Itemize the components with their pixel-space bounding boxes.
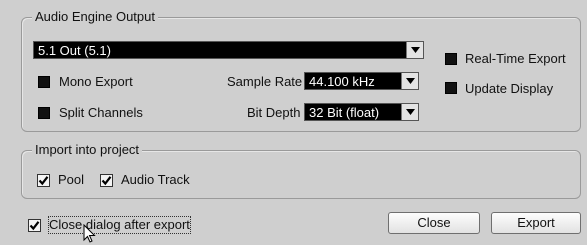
bit-depth-label: Bit Depth [247,105,301,120]
export-dialog: Audio Engine Output 5.1 Out (5.1) Real-T… [0,0,587,245]
pool-checkbox[interactable] [37,174,50,187]
pool-label: Pool [58,172,85,187]
output-select-value: 5.1 Out (5.1) [38,43,111,58]
sample-rate-label: Sample Rate [227,74,303,89]
audio-track-checkbox[interactable] [100,174,113,187]
chevron-down-icon[interactable] [406,42,423,58]
real-time-export-checkbox[interactable] [445,53,457,65]
audio-engine-output-title: Audio Engine Output [32,9,158,25]
checkmark-icon [101,176,112,186]
mono-export-checkbox[interactable] [38,76,50,88]
chevron-down-icon[interactable] [401,104,418,120]
bit-depth-select[interactable]: 32 Bit (float) [304,103,419,121]
checkmark-icon [38,176,49,186]
chevron-down-icon[interactable] [401,73,418,89]
update-display-checkbox[interactable] [445,82,457,94]
output-select[interactable]: 5.1 Out (5.1) [33,41,424,59]
mouse-pointer-icon [83,224,96,243]
split-channels-label: Split Channels [59,105,143,120]
sample-rate-value: 44.100 kHz [309,74,375,89]
close-button[interactable]: Close [388,212,480,234]
mono-export-label: Mono Export [59,74,133,89]
update-display-label: Update Display [465,81,554,96]
real-time-export-label: Real-Time Export [465,51,566,66]
bit-depth-value: 32 Bit (float) [309,105,380,120]
audio-track-label: Audio Track [121,172,190,187]
export-button[interactable]: Export [491,212,581,234]
sample-rate-select[interactable]: 44.100 kHz [304,72,419,90]
close-dialog-after-export-checkbox[interactable] [28,219,41,232]
checkmark-icon [29,221,40,231]
import-into-project-title: Import into project [32,142,143,158]
split-channels-checkbox[interactable] [38,107,50,119]
close-dialog-after-export-label[interactable]: Close dialog after export [48,216,191,234]
